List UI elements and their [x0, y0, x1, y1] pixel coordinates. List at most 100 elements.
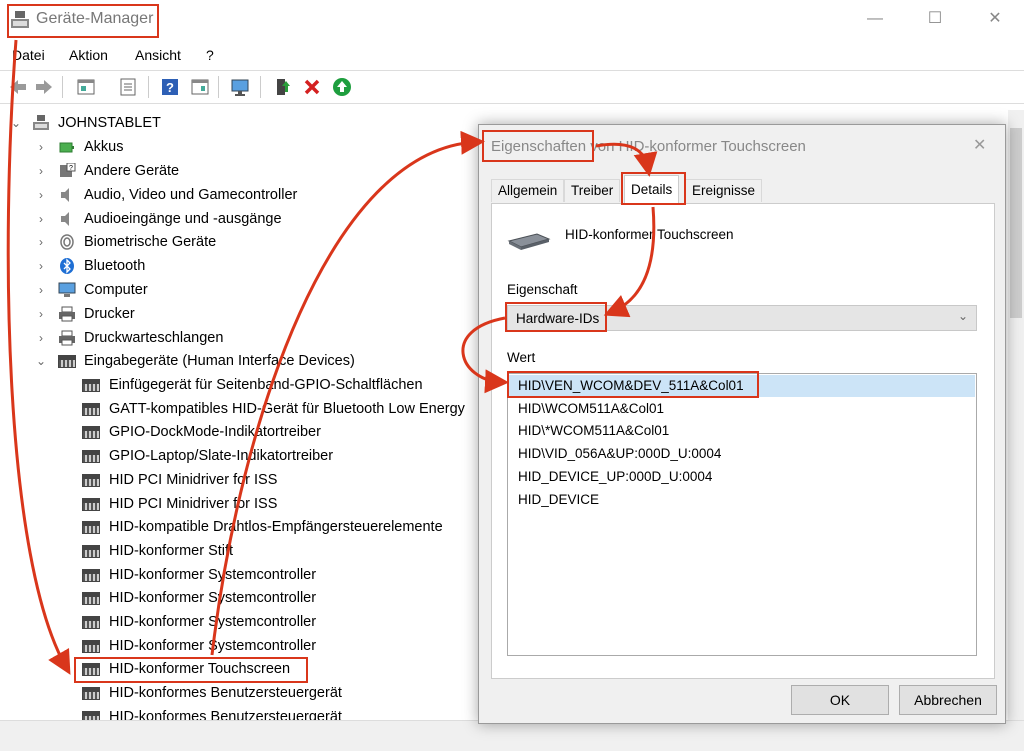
tree-category[interactable]: › Drucker	[0, 303, 470, 325]
value-item[interactable]: HID_DEVICE_UP:000D_U:0004	[518, 466, 712, 488]
tree-device-label: HID-kompatible Drahtlos-Empfängersteuere…	[109, 519, 443, 536]
tree-category[interactable]: › Biometrische Geräte	[0, 231, 470, 253]
value-list[interactable]: HID\VEN_WCOM&DEV_511A&Col01 HID\WCOM511A…	[507, 373, 977, 656]
scrollbar-thumb[interactable]	[1010, 128, 1022, 318]
value-item[interactable]: HID\*WCOM511A&Col01	[518, 420, 669, 442]
chevron-right-icon[interactable]: ›	[35, 136, 47, 158]
hid-device-icon	[58, 355, 76, 368]
chevron-right-icon[interactable]: ›	[35, 255, 47, 277]
tree-device-item[interactable]: HID-konformer Stift	[0, 540, 480, 562]
details-view-icon[interactable]	[190, 77, 210, 97]
tab-allgemein[interactable]: Allgemein	[491, 179, 565, 202]
hid-device-icon	[82, 450, 100, 464]
device-name: HID-konformer Touchscreen	[565, 227, 734, 242]
hid-device-icon	[82, 379, 100, 392]
tree-device-label: HID-konformes Benutzersteuergerät	[109, 685, 342, 702]
tree-category-label: Bluetooth	[84, 258, 146, 274]
chevron-right-icon[interactable]: ›	[35, 279, 47, 301]
close-button[interactable]: ✕	[980, 8, 1010, 30]
forward-arrow-icon[interactable]	[34, 77, 54, 97]
tree-device-label: HID-konformer Systemcontroller	[109, 637, 317, 654]
enable-device-icon[interactable]	[332, 77, 352, 97]
update-driver-icon[interactable]	[272, 77, 292, 97]
tree-category-label: Eingabegeräte (Human Interface Devices)	[84, 353, 355, 369]
property-dropdown[interactable]: Hardware-IDs ⌄	[507, 305, 977, 331]
back-arrow-icon[interactable]	[8, 77, 28, 97]
tree-category-label: Andere Geräte	[84, 163, 180, 179]
tree-device-item[interactable]: HID-konformer Touchscreen	[0, 658, 480, 680]
tree-device-item[interactable]: GPIO-Laptop/Slate-Indikatortreiber	[0, 445, 480, 467]
cancel-button[interactable]: Abbrechen	[899, 685, 997, 715]
tree-category-label: Drucker	[84, 306, 135, 322]
monitor-scan-icon[interactable]	[230, 77, 250, 97]
uninstall-icon[interactable]	[302, 77, 322, 97]
chevron-right-icon[interactable]: ›	[35, 160, 47, 182]
tree-category[interactable]: › Computer	[0, 279, 470, 301]
tree-device-item[interactable]: HID-konformer Systemcontroller	[0, 611, 480, 633]
chevron-down-icon[interactable]: ⌄	[10, 112, 22, 134]
tree-category-expanded[interactable]: ⌄ Eingabegeräte (Human Interface Devices…	[0, 350, 470, 372]
tree-category[interactable]: › Audioeingänge und -ausgänge	[0, 208, 470, 230]
tree-root[interactable]: ⌄ JOHNSTABLET	[0, 112, 400, 134]
tree-device-label: GPIO-DockMode-Indikatortreiber	[109, 424, 321, 441]
menu-help[interactable]: ?	[206, 47, 214, 63]
svg-text:?: ?	[69, 165, 73, 172]
tree-device-item[interactable]: GPIO-DockMode-Indikatortreiber	[0, 421, 480, 443]
ok-button[interactable]: OK	[791, 685, 889, 715]
window-title: Geräte-Manager	[36, 10, 154, 27]
tree-device-label: GATT-kompatibles HID-Gerät für Bluetooth…	[109, 400, 465, 417]
tree-category[interactable]: › Bluetooth	[0, 255, 470, 277]
tree-device-item[interactable]: HID-kompatible Drahtlos-Empfängersteuere…	[0, 516, 480, 538]
value-item[interactable]: HID\WCOM511A&Col01	[518, 398, 664, 420]
chevron-down-icon[interactable]: ⌄	[35, 350, 47, 372]
minimize-button[interactable]: —	[860, 8, 890, 30]
tree-device-item[interactable]: HID PCI Minidriver for ISS	[0, 493, 480, 515]
value-item[interactable]: HID\VID_056A&UP:000D_U:0004	[518, 443, 721, 465]
tree-category[interactable]: › Audio, Video und Gamecontroller	[0, 184, 470, 206]
value-item[interactable]: HID\VEN_WCOM&DEV_511A&Col01	[518, 375, 744, 397]
tab-ereignisse[interactable]: Ereignisse	[685, 179, 763, 202]
tree-category-label: Computer	[84, 282, 148, 298]
dialog-title: Eigenschaften von HID-konformer Touchscr…	[491, 138, 806, 155]
chevron-right-icon[interactable]: ›	[35, 184, 47, 206]
chevron-right-icon[interactable]: ›	[35, 231, 47, 253]
tab-treiber[interactable]: Treiber	[564, 179, 621, 202]
speaker-icon	[61, 212, 69, 226]
value-item[interactable]: HID_DEVICE	[518, 489, 599, 511]
hid-device-icon	[82, 473, 100, 487]
help-icon[interactable]: ?	[160, 77, 180, 97]
tree-device-item[interactable]: HID-konformes Benutzersteuergerät	[0, 706, 480, 720]
tree-category[interactable]: › Druckwarteschlangen	[0, 327, 470, 349]
tree-device-item[interactable]: HID PCI Minidriver for ISS	[0, 469, 480, 491]
hid-device-icon	[82, 710, 100, 720]
tree-category[interactable]: › Akkus	[0, 136, 470, 158]
properties-dialog: Eigenschaften von HID-konformer Touchscr…	[478, 124, 1006, 724]
tab-details[interactable]: Details	[624, 175, 680, 204]
chevron-right-icon[interactable]: ›	[35, 327, 47, 349]
hid-device-icon	[82, 663, 100, 677]
menu-aktion[interactable]: Aktion	[69, 47, 108, 63]
bluetooth-icon	[60, 258, 74, 274]
chevron-right-icon[interactable]: ›	[35, 303, 47, 325]
toolbar: ?	[0, 70, 1024, 104]
tree-device-item[interactable]: Einfügegerät für Seitenband-GPIO-Schaltf…	[0, 374, 480, 396]
tree-device-item[interactable]: HID-konformer Systemcontroller	[0, 564, 480, 586]
hid-device-icon	[82, 402, 100, 416]
tree-device-label: HID-konformer Systemcontroller	[109, 590, 317, 607]
tree-device-item[interactable]: HID-konformes Benutzersteuergerät	[0, 682, 480, 704]
unknown-device-icon: ?	[60, 163, 76, 177]
tree-category-label: Audio, Video und Gamecontroller	[84, 187, 298, 203]
list-view-icon[interactable]	[118, 77, 138, 97]
tree-device-item[interactable]: HID-konformer Systemcontroller	[0, 635, 480, 657]
tree-category[interactable]: › ? Andere Geräte	[0, 160, 470, 182]
tree-device-item[interactable]: GATT-kompatibles HID-Gerät für Bluetooth…	[0, 398, 480, 420]
menu-ansicht[interactable]: Ansicht	[135, 47, 181, 63]
tree-device-item[interactable]: HID-konformer Systemcontroller	[0, 587, 480, 609]
tree-root-label: JOHNSTABLET	[58, 115, 161, 131]
properties-view-icon[interactable]	[76, 77, 96, 97]
chevron-right-icon[interactable]: ›	[35, 208, 47, 230]
maximize-button[interactable]: ☐	[920, 8, 950, 30]
dialog-close-button[interactable]: ✕	[973, 135, 986, 155]
menu-datei[interactable]: Datei	[12, 47, 45, 63]
hid-device-icon	[82, 687, 100, 701]
